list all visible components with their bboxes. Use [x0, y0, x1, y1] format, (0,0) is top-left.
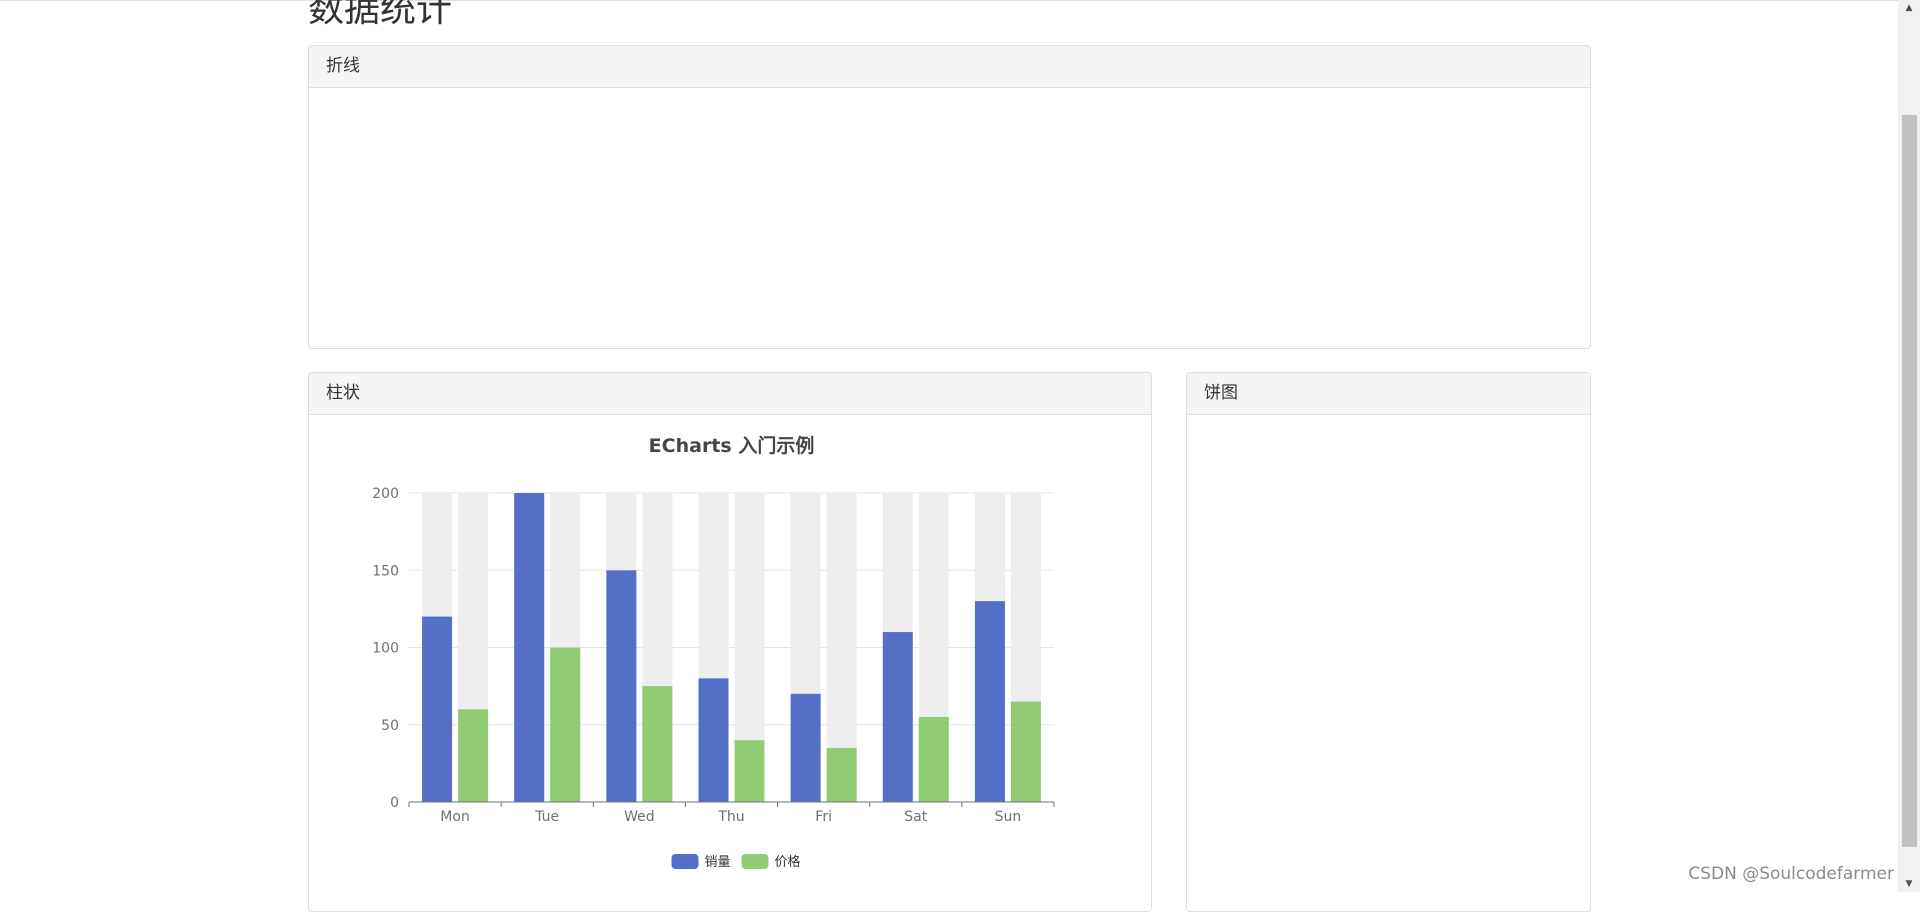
bar-price: [458, 709, 489, 802]
watermark: CSDN @Soulcodefarmer: [1688, 864, 1894, 884]
vertical-scrollbar[interactable]: ▲ ▼: [1898, 0, 1920, 892]
bar-price: [918, 717, 949, 802]
line-panel-heading: 折线: [309, 46, 1590, 88]
bar-price: [826, 747, 857, 802]
scroll-thumb[interactable]: [1902, 115, 1917, 847]
legend-label: 价格: [775, 854, 801, 870]
scroll-down-arrow-icon[interactable]: ▼: [1898, 876, 1920, 892]
x-tick-label: Tue: [534, 809, 559, 825]
legend-label: 销量: [705, 855, 731, 870]
bar-chart-panel: 柱状 ECharts 入门示例 0 50 100 150 200 Mon Tue Wed Thu F…: [308, 372, 1152, 912]
bar-sales: [882, 632, 913, 802]
bar-sales: [422, 616, 453, 802]
bar-sales: [514, 493, 545, 802]
y-tick-label: 200: [372, 486, 399, 502]
top-divider: [0, 0, 1898, 1]
bar-price: [734, 740, 765, 802]
x-tick-label: Sun: [995, 809, 1022, 825]
y-tick-label: 0: [390, 795, 399, 811]
y-tick-label: 100: [372, 641, 399, 657]
bar-panel-heading: 柱状: [309, 373, 1151, 415]
chart-title: ECharts 入门示例: [649, 434, 815, 457]
line-chart-panel: 折线: [308, 45, 1591, 349]
x-tick-label: Sat: [904, 809, 927, 825]
bar-sales: [974, 601, 1005, 802]
y-tick-label: 150: [372, 563, 399, 579]
x-tick-label: Fri: [815, 809, 832, 825]
bar-price: [1010, 701, 1041, 802]
scroll-up-arrow-icon[interactable]: ▲: [1898, 0, 1920, 16]
legend-swatch: [671, 854, 699, 869]
bar-sales: [698, 678, 729, 802]
x-tick-label: Thu: [717, 809, 744, 825]
bar-price: [550, 647, 581, 802]
y-tick-label: 50: [381, 718, 399, 734]
x-tick-label: Mon: [440, 809, 470, 825]
pie-chart-panel: 饼图: [1186, 372, 1591, 912]
bar-sales: [606, 570, 637, 802]
page-title: 数据统计: [308, 0, 453, 30]
bar-chart: ECharts 入门示例 0 50 100 150 200 Mon Tue Wed Thu Fri S…: [372, 434, 1055, 870]
bar-sales: [790, 693, 821, 802]
pie-panel-heading: 饼图: [1187, 373, 1590, 415]
x-tick-label: Wed: [624, 809, 655, 825]
legend-swatch: [741, 854, 769, 869]
bar-price: [642, 686, 673, 802]
